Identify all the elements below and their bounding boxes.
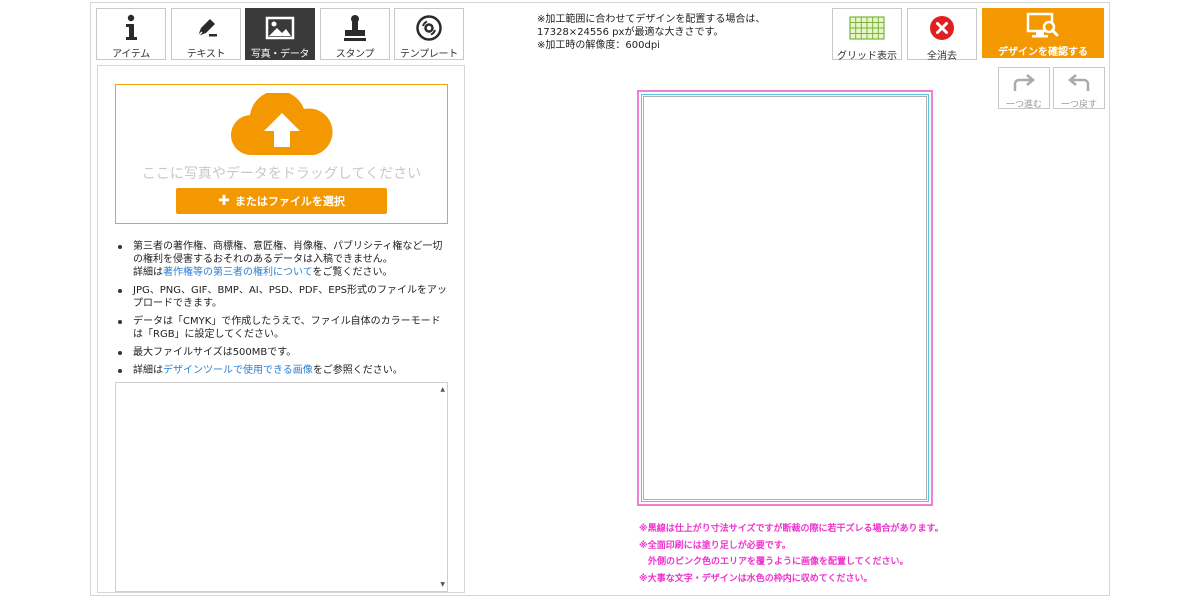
clear-all-label: 全消去 bbox=[927, 51, 957, 62]
warning-line: ※大事な文字・デザインは水色の枠内に収めてください。 bbox=[639, 573, 873, 584]
pen-icon bbox=[172, 14, 240, 42]
redo-label: 一つ進む bbox=[1005, 100, 1042, 110]
select-file-button[interactable]: ✚ またはファイルを選択 bbox=[176, 188, 387, 214]
close-icon bbox=[908, 14, 976, 42]
list-item: 第三者の著作権、商標権、意匠権、肖像権、パブリシティ権など一切の権利を侵害するお… bbox=[110, 240, 450, 279]
undo-label: 一つ戻す bbox=[1060, 100, 1097, 110]
usable-images-link[interactable]: デザインツールで使用できる画像 bbox=[163, 365, 313, 376]
clear-all-button[interactable]: 全消去 bbox=[907, 8, 977, 62]
warning-line: 外側のピンク色のエリアを覆うように画像を配置してください。 bbox=[639, 557, 909, 567]
redo-icon bbox=[999, 72, 1049, 94]
warning-line: ※全面印刷には塗り足しが必要です。 bbox=[639, 540, 791, 551]
cloud-upload-icon bbox=[230, 90, 334, 161]
note-text: 最大ファイルサイズは500MBです。 bbox=[133, 347, 297, 358]
tab-label: スタンプ bbox=[335, 49, 375, 60]
grid-toggle-label: グリッド表示 bbox=[837, 51, 897, 62]
list-item: 最大ファイルサイズは500MBです。 bbox=[110, 346, 450, 359]
tab-text[interactable]: テキスト bbox=[171, 8, 241, 60]
uploaded-files-list[interactable]: ▲ ▼ bbox=[115, 382, 448, 592]
design-tool: アイテム テキスト 写真・データ スタンプ テンプレート ※加工範囲に合わせてデ… bbox=[90, 2, 1110, 596]
grid-toggle-button[interactable]: グリッド表示 bbox=[832, 8, 902, 62]
confirm-design-button[interactable]: デザインを確認する bbox=[982, 8, 1104, 58]
tab-label: アイテム bbox=[112, 49, 150, 60]
trim-line-frame bbox=[643, 96, 927, 500]
info-line: ※加工範囲に合わせてデザインを配置する場合は、 bbox=[537, 14, 766, 25]
scroll-up-icon[interactable]: ▲ bbox=[440, 386, 445, 393]
note-text: データは「CMYK」で作成したうえで、ファイル自体のカラーモードは「RGB」に設… bbox=[133, 316, 441, 340]
note-text: をご参照ください。 bbox=[312, 365, 403, 376]
drop-hint: ここに写真やデータをドラッグしてください bbox=[141, 166, 422, 182]
info-line: 17328×24556 pxが最適な大きさです。 bbox=[537, 27, 724, 38]
tab-label: テキスト bbox=[186, 49, 226, 60]
plus-icon: ✚ bbox=[218, 193, 230, 209]
image-icon bbox=[246, 14, 314, 42]
grid-icon bbox=[833, 14, 901, 42]
tab-template[interactable]: テンプレート bbox=[394, 8, 464, 60]
upload-panel: ここに写真やデータをドラッグしてください ✚ またはファイルを選択 第三者の著作… bbox=[97, 65, 465, 593]
select-file-label: またはファイルを選択 bbox=[234, 195, 345, 208]
info-line: ※加工時の解像度：600dpi bbox=[537, 40, 660, 51]
disc-icon bbox=[395, 14, 463, 42]
print-warnings: ※黒線は仕上がり寸法サイズですが断裁の際に若干ズレる場合があります。 ※全面印刷… bbox=[639, 521, 944, 587]
file-dropzone[interactable]: ここに写真やデータをドラッグしてください ✚ またはファイルを選択 bbox=[115, 84, 448, 224]
tab-label: 写真・データ bbox=[250, 49, 310, 60]
note-text: JPG、PNG、GIF、BMP、AI、PSD、PDF、EPS形式のファイルをアッ… bbox=[133, 285, 448, 309]
size-info: ※加工範囲に合わせてデザインを配置する場合は、 17328×24556 pxが最… bbox=[537, 13, 765, 52]
note-text: 詳細は bbox=[133, 365, 163, 376]
undo-button[interactable]: 一つ戻す bbox=[1053, 67, 1105, 110]
stamp-icon bbox=[321, 14, 389, 42]
tab-item[interactable]: アイテム bbox=[96, 8, 166, 60]
copyright-link[interactable]: 著作権等の第三者の権利について bbox=[163, 267, 313, 278]
scroll-down-icon[interactable]: ▼ bbox=[440, 581, 445, 588]
redo-button[interactable]: 一つ進む bbox=[998, 67, 1050, 110]
monitor-search-icon bbox=[982, 12, 1104, 40]
design-canvas[interactable] bbox=[637, 90, 933, 506]
list-item: 詳細はデザインツールで使用できる画像をご参照ください。 bbox=[110, 364, 450, 377]
warning-line: ※黒線は仕上がり寸法サイズですが断裁の際に若干ズレる場合があります。 bbox=[639, 524, 944, 534]
note-text: 詳細は bbox=[133, 267, 163, 278]
tab-label: テンプレート bbox=[400, 49, 458, 60]
upload-notes: 第三者の著作権、商標権、意匠権、肖像権、パブリシティ権など一切の権利を侵害するお… bbox=[110, 240, 450, 382]
list-item: データは「CMYK」で作成したうえで、ファイル自体のカラーモードは「RGB」に設… bbox=[110, 315, 450, 341]
tab-stamp[interactable]: スタンプ bbox=[320, 8, 390, 60]
undo-icon bbox=[1054, 72, 1104, 94]
tab-photo-data[interactable]: 写真・データ bbox=[245, 8, 315, 60]
confirm-design-label: デザインを確認する bbox=[998, 47, 1088, 58]
safe-area-frame bbox=[641, 94, 929, 502]
note-text: をご覧ください。 bbox=[312, 267, 393, 278]
note-text: 第三者の著作権、商標権、意匠権、肖像権、パブリシティ権など一切の権利を侵害するお… bbox=[133, 241, 443, 265]
info-icon bbox=[97, 14, 165, 42]
list-item: JPG、PNG、GIF、BMP、AI、PSD、PDF、EPS形式のファイルをアッ… bbox=[110, 284, 450, 310]
